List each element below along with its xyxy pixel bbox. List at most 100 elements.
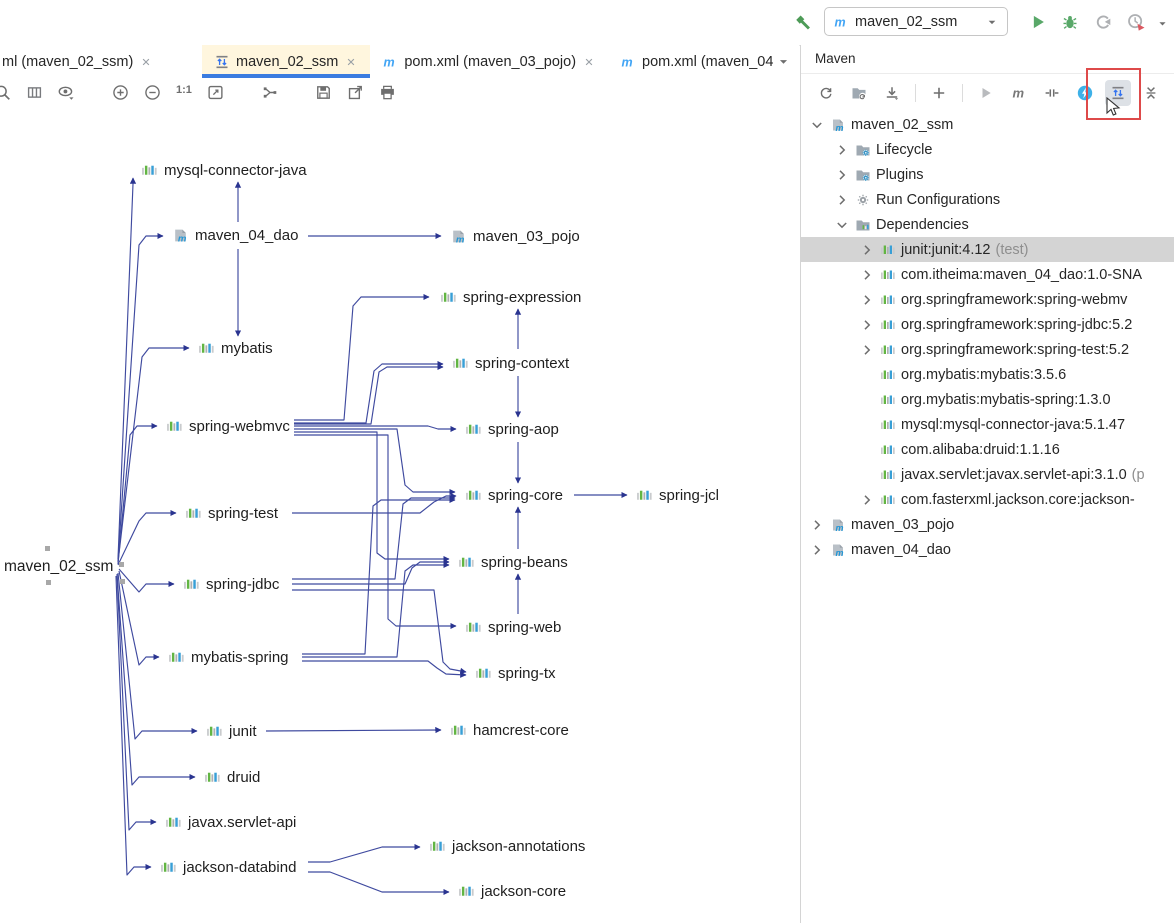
tree-row-dependencies[interactable]: Dependencies xyxy=(801,212,1174,237)
diagram-node-spring-expression[interactable]: spring-expression xyxy=(440,285,581,309)
diagram-node-spring-test[interactable]: spring-test xyxy=(185,501,278,525)
execute-maven-goal-button[interactable]: m xyxy=(1006,80,1032,106)
show-paths-button[interactable] xyxy=(261,84,278,101)
selection-handle[interactable] xyxy=(46,580,51,585)
diagram-node-spring-webmvc[interactable]: spring-webmvc xyxy=(166,414,290,438)
diagram-node-spring-jcl[interactable]: spring-jcl xyxy=(636,483,719,507)
diagram-node-spring-core[interactable]: spring-core xyxy=(465,483,563,507)
chevron-right-icon[interactable] xyxy=(859,342,875,358)
run-play-icon[interactable] xyxy=(1029,13,1047,31)
more-caret-icon[interactable] xyxy=(1156,17,1169,30)
chevron-down-icon[interactable] xyxy=(834,217,850,233)
tree-row-junit-junit-4-12[interactable]: junit:junit:4.12 (test) xyxy=(801,237,1174,262)
tree-row-com-alibaba-druid-1-1-16[interactable]: com.alibaba:druid:1.1.16 xyxy=(801,437,1174,462)
chevron-right-icon[interactable] xyxy=(834,192,850,208)
diagram-node-mybatis[interactable]: mybatis xyxy=(198,336,273,360)
chevron-right-icon[interactable] xyxy=(859,492,875,508)
library-icon xyxy=(429,838,446,855)
view-options-button[interactable] xyxy=(58,84,75,101)
tree-row-mysql-mysql-connector-java-5-1-47[interactable]: mysql:mysql-connector-java:5.1.47 xyxy=(801,412,1174,437)
close-icon[interactable] xyxy=(344,55,358,69)
actual-size-button[interactable]: 1:1 xyxy=(176,84,192,101)
run-config-combo[interactable]: m maven_02_ssm xyxy=(824,7,1008,36)
tree-row-lifecycle[interactable]: Lifecycle xyxy=(801,137,1174,162)
diagram-node-jackson-core[interactable]: jackson-core xyxy=(458,879,566,903)
diagram-node-spring-beans[interactable]: spring-beans xyxy=(458,550,568,574)
tree-row-maven-02-ssm[interactable]: m maven_02_ssm xyxy=(801,112,1174,137)
run-combo-caret-icon[interactable] xyxy=(985,15,999,29)
save-diagram-button[interactable] xyxy=(315,84,332,101)
reload-all-maven-projects-button[interactable] xyxy=(813,80,839,106)
diagram-node-junit[interactable]: junit xyxy=(206,719,257,743)
diagram-node-spring-jdbc[interactable]: spring-jdbc xyxy=(183,572,279,596)
diagram-node-spring-web[interactable]: spring-web xyxy=(465,615,561,639)
chevron-right-icon[interactable] xyxy=(834,142,850,158)
tab-ml-maven-02-ssm[interactable]: ml (maven_02_ssm) xyxy=(0,45,202,78)
tree-row-org-springframework-spring-test-5-2[interactable]: org.springframework:spring-test:5.2 xyxy=(801,337,1174,362)
tree-row-org-springframework-spring-jdbc-5-2[interactable]: org.springframework:spring-jdbc:5.2 xyxy=(801,312,1174,337)
diagram-node-jackson-databind[interactable]: jackson-databind xyxy=(160,855,296,879)
diagram-node-spring-aop[interactable]: spring-aop xyxy=(465,417,559,441)
fit-content-button[interactable] xyxy=(207,84,224,101)
hidden-tabs-chevron-icon[interactable] xyxy=(776,54,791,69)
diagram-node-spring-tx[interactable]: spring-tx xyxy=(475,661,556,685)
generate-sources-button[interactable] xyxy=(846,80,872,106)
profiler-icon[interactable] xyxy=(1126,12,1146,32)
debug-bug-icon[interactable] xyxy=(1061,13,1079,31)
diagram-node-maven-03-pojo[interactable]: m maven_03_pojo xyxy=(450,224,580,248)
diagram-node-javax-servlet-api[interactable]: javax.servlet-api xyxy=(165,810,296,834)
diagram-node-jackson-annotations[interactable]: jackson-annotations xyxy=(429,834,585,858)
chevron-right-icon[interactable] xyxy=(859,292,875,308)
tree-row-org-springframework-spring-webmv[interactable]: org.springframework:spring-webmv xyxy=(801,287,1174,312)
tree-row-org-mybatis-mybatis-3-5-6[interactable]: org.mybatis:mybatis:3.5.6 xyxy=(801,362,1174,387)
chevron-right-icon[interactable] xyxy=(809,517,825,533)
zoom-in-button[interactable] xyxy=(112,84,129,101)
chevron-right-icon[interactable] xyxy=(859,242,875,258)
run-coverage-icon[interactable] xyxy=(1094,13,1112,31)
tab-pom-xml-maven-03-pojo[interactable]: m pom.xml (maven_03_pojo) xyxy=(370,45,608,78)
tab-maven-02-ssm[interactable]: maven_02_ssm xyxy=(202,45,371,78)
tree-row-maven-03-pojo[interactable]: m maven_03_pojo xyxy=(801,512,1174,537)
selection-handle[interactable] xyxy=(45,546,50,551)
tree-row-org-mybatis-mybatis-spring-1-3-0[interactable]: org.mybatis:mybatis-spring:1.3.0 xyxy=(801,387,1174,412)
diagram-node-mybatis-spring[interactable]: mybatis-spring xyxy=(168,645,289,669)
toggle-skip-tests-button[interactable] xyxy=(1039,80,1065,106)
tree-row-maven-04-dao[interactable]: m maven_04_dao xyxy=(801,537,1174,562)
chevron-right-icon[interactable] xyxy=(859,317,875,333)
show-dependencies-button[interactable] xyxy=(1105,80,1131,106)
diagram-node-maven-04-dao[interactable]: m maven_04_dao xyxy=(172,223,298,247)
chevron-right-icon[interactable] xyxy=(809,542,825,558)
close-icon[interactable] xyxy=(582,55,596,69)
close-icon[interactable] xyxy=(139,55,153,69)
print-diagram-button[interactable] xyxy=(379,84,396,101)
chevron-right-icon[interactable] xyxy=(859,267,875,283)
toolbar-separator xyxy=(915,84,916,102)
add-maven-project-button[interactable] xyxy=(926,80,952,106)
tree-row-run-configurations[interactable]: Run Configurations xyxy=(801,187,1174,212)
tree-row-com-fasterxml-jackson-core-jackson[interactable]: com.fasterxml.jackson.core:jackson- xyxy=(801,487,1174,512)
toggle-offline-mode-button[interactable] xyxy=(1072,80,1098,106)
chevron-right-icon[interactable] xyxy=(834,167,850,183)
diagram-node-spring-context[interactable]: spring-context xyxy=(452,351,569,375)
selection-handle[interactable] xyxy=(120,579,125,584)
tree-row-plugins[interactable]: Plugins xyxy=(801,162,1174,187)
grid-view-button[interactable] xyxy=(26,84,43,101)
download-sources-button[interactable] xyxy=(879,80,905,106)
collapse-all-button[interactable] xyxy=(1138,80,1164,106)
run-maven-build-button[interactable] xyxy=(973,80,999,106)
selection-handle[interactable] xyxy=(119,562,124,567)
diagram-node-maven-02-ssm[interactable]: maven_02_ssm xyxy=(4,555,113,579)
diagram-node-druid[interactable]: druid xyxy=(204,765,260,789)
node-label: spring-core xyxy=(488,486,564,504)
dependency-diagram[interactable]: maven_02_ssm mysql-connector-java m maven_0… xyxy=(0,106,799,923)
chevron-down-icon[interactable] xyxy=(809,117,825,133)
tab-pom-xml-maven-04[interactable]: m pom.xml (maven_04 xyxy=(608,45,785,78)
build-hammer-icon[interactable] xyxy=(794,13,812,31)
diagram-node-mysql-connector-java[interactable]: mysql-connector-java xyxy=(141,158,307,182)
diagram-node-hamcrest-core[interactable]: hamcrest-core xyxy=(450,718,569,742)
tree-row-javax-servlet-javax-servlet-api-3-1-0[interactable]: javax.servlet:javax.servlet-api:3.1.0 (p xyxy=(801,462,1174,487)
zoom-out-button[interactable] xyxy=(144,84,161,101)
tree-row-com-itheima-maven-04-dao-1-0-sna[interactable]: com.itheima:maven_04_dao:1.0-SNA xyxy=(801,262,1174,287)
export-diagram-button[interactable] xyxy=(347,84,364,101)
zoom-tool-button[interactable] xyxy=(0,84,11,101)
